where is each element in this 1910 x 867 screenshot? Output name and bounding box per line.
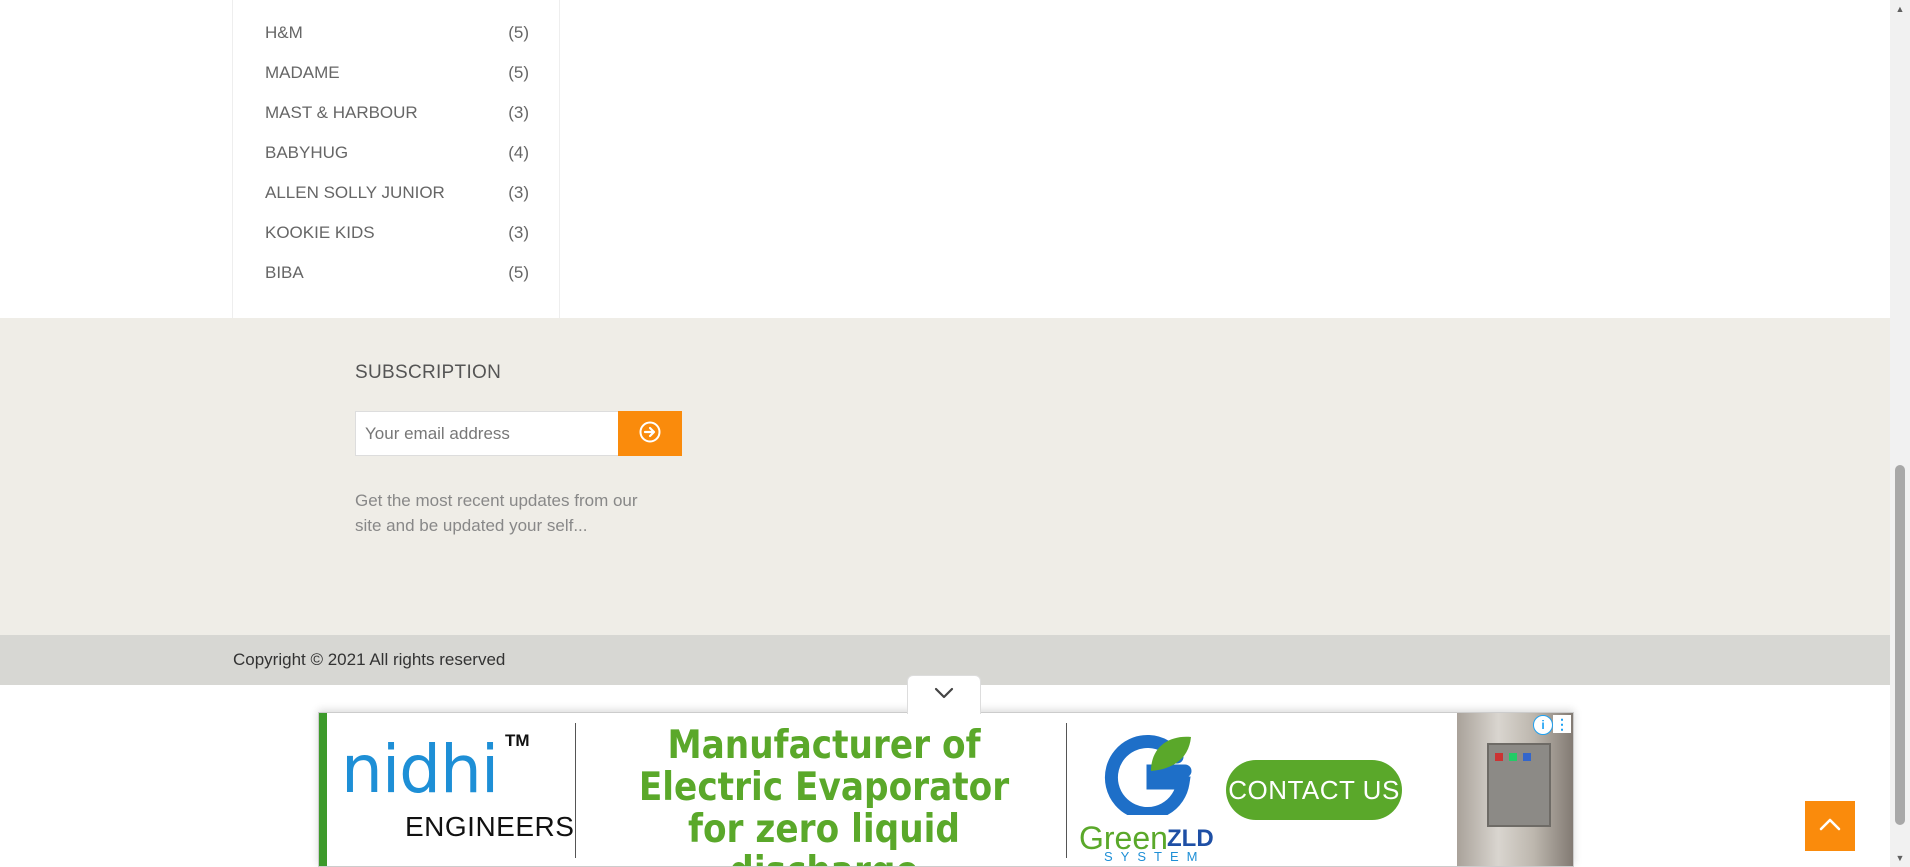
email-input[interactable] [355,411,619,456]
subscription-title: SUBSCRIPTION [355,362,502,383]
brand-filter-item[interactable]: MAST & HARBOUR (3) [265,93,529,133]
brand-name: MADAME [265,63,340,82]
brand-filter-item[interactable]: ALLEN SOLLY JUNIOR (3) [265,173,529,213]
brand-name: KOOKIE KIDS [265,223,375,242]
info-icon[interactable]: i [1533,715,1553,735]
brand-name: BIBA [265,263,304,282]
ad-brand-logo: nidhi [341,731,499,808]
subscribe-button[interactable] [618,411,682,456]
brand-count: (3) [508,103,529,122]
brand-filter-item[interactable]: BABYHUG (4) [265,133,529,173]
ad-brand-subtitle: ENGINEERS [405,811,575,842]
ad-brand-trademark: TM [505,731,530,750]
page-scrollbar[interactable]: ▲ ▼ [1890,0,1910,867]
brand-count: (5) [508,23,529,42]
ad-divider [1066,723,1067,858]
brand-filter-item[interactable]: KOOKIE KIDS (3) [265,213,529,253]
brand-name: BABYHUG [265,143,349,162]
arrow-circle-right-icon [639,421,661,446]
scroll-down-arrow[interactable]: ▼ [1890,851,1910,865]
brand-count: (3) [508,223,529,242]
back-to-top-button[interactable] [1805,801,1855,851]
brand-filter-item[interactable]: MADAME (5) [265,53,529,93]
brand-filter-item[interactable]: BIBA (5) [265,253,529,293]
copyright-text: Copyright © 2021 All rights reserved [233,650,506,669]
brand-count: (5) [508,63,529,82]
ad-collapse-toggle[interactable] [907,675,981,714]
brand-filter-list: H&M (5) MADAME (5) MAST & HARBOUR (3) BA… [232,0,560,318]
subscription-section: SUBSCRIPTION Get the most recent updates… [0,318,1890,635]
brand-name: ALLEN SOLLY JUNIOR [265,183,445,202]
chevron-down-icon [934,686,954,704]
more-vertical-icon[interactable]: ⋮ [1553,715,1571,733]
contact-us-button[interactable]: CONTACT US [1226,760,1402,820]
subscription-description: Get the most recent updates from our sit… [355,491,638,535]
ad-product-image [1457,713,1573,866]
ad-accent-bar [319,713,327,866]
ad-headline: Manufacturer of Electric Evaporator for … [638,723,1010,867]
brand-count: (5) [508,263,529,282]
ad-divider [575,723,576,858]
scroll-up-arrow[interactable]: ▲ [1890,2,1910,16]
chevron-up-icon [1818,816,1842,837]
ad-banner[interactable]: nidhi TM ENGINEERS Manufacturer of Elect… [318,712,1574,867]
brand-name: MAST & HARBOUR [265,103,418,122]
green-zld-logo-icon [1099,727,1199,820]
brand-count: (4) [508,143,529,162]
brand-name: H&M [265,23,303,42]
scroll-thumb[interactable] [1895,465,1905,825]
brand-filter-item[interactable]: H&M (5) [265,13,529,53]
ad-partner-system: SYSTEM [1104,849,1206,864]
brand-count: (3) [508,183,529,202]
